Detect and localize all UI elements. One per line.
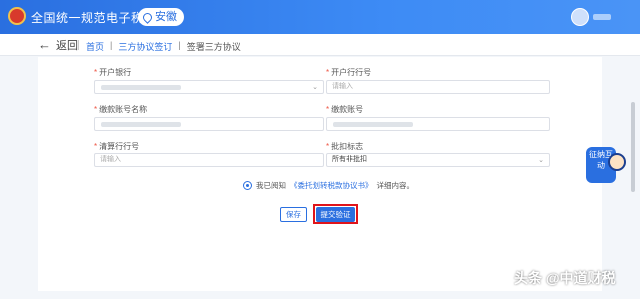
breadcrumb-home[interactable]: 首页 bbox=[86, 40, 104, 53]
save-button[interactable]: 保存 bbox=[280, 207, 307, 222]
agreement-doc-link[interactable]: 《委托划转税款协议书》 bbox=[290, 180, 373, 191]
user-name-redacted[interactable] bbox=[593, 14, 611, 20]
open-bank-code-input[interactable]: 请输入 bbox=[326, 80, 550, 94]
breadcrumb-current: 签署三方协议 bbox=[186, 42, 241, 52]
deduction-flag-select[interactable]: 所有非批扣 ⌄ bbox=[326, 153, 550, 167]
back-button[interactable]: ← 返回 bbox=[38, 37, 78, 53]
region-selector[interactable]: 安徽 bbox=[138, 8, 184, 26]
breadcrumb: 首页 | 三方协议签订 | 签署三方协议 bbox=[86, 40, 241, 53]
deduction-flag-label: * 批扣标志 bbox=[326, 142, 364, 151]
emblem-icon bbox=[8, 7, 26, 25]
submit-button[interactable]: 提交验证 bbox=[316, 207, 355, 222]
open-bank-label: * 开户银行 bbox=[94, 68, 132, 77]
chevron-down-icon: ⌄ bbox=[538, 157, 544, 164]
breadcrumb-separator: | bbox=[178, 40, 181, 50]
top-header: 全国统一规范电子税务局 安徽 bbox=[0, 0, 640, 34]
scrollbar[interactable] bbox=[631, 102, 635, 192]
agreement-row: 我已阅知 《委托划转税款协议书》 详细内容。 bbox=[243, 180, 414, 191]
service-assistant-icon[interactable]: 征纳互动 bbox=[586, 145, 628, 187]
breadcrumb-agreement[interactable]: 三方协议签订 bbox=[118, 40, 172, 53]
payer-account-name-input[interactable] bbox=[94, 117, 324, 131]
region-label: 安徽 bbox=[155, 11, 177, 23]
location-pin-icon bbox=[141, 10, 154, 24]
assistant-face-icon bbox=[608, 153, 626, 171]
watermark: 头条 @中道财税 bbox=[514, 270, 616, 286]
radio-checked-icon[interactable] bbox=[243, 181, 252, 190]
payer-account-no-input[interactable] bbox=[326, 117, 550, 131]
form-card: * 开户银行 ⌄ * 开户行行号 请输入 * 缴款账号名称 * 缴款账号 * 清算行行号 … bbox=[38, 57, 602, 291]
open-bank-code-label: * 开户行行号 bbox=[326, 68, 372, 77]
agreement-prefix: 我已阅知 bbox=[256, 181, 286, 190]
payer-account-no-label: * 缴款账号 bbox=[326, 105, 364, 114]
back-label: 返回 bbox=[56, 40, 78, 52]
payer-account-name-label: * 缴款账号名称 bbox=[94, 105, 148, 114]
clearing-bank-code-input[interactable]: 请输入 bbox=[94, 153, 324, 167]
back-arrow-icon: ← bbox=[38, 37, 51, 52]
agreement-suffix: 详细内容。 bbox=[376, 181, 415, 190]
breadcrumb-separator: | bbox=[110, 40, 113, 50]
nav-divider bbox=[78, 40, 79, 50]
nav-bar: ← 返回 首页 | 三方协议签订 | 签署三方协议 bbox=[0, 34, 640, 56]
chevron-down-icon: ⌄ bbox=[312, 84, 318, 91]
open-bank-select[interactable]: ⌄ bbox=[94, 80, 324, 94]
user-avatar-icon[interactable] bbox=[571, 8, 589, 26]
clearing-bank-code-label: * 清算行行号 bbox=[94, 142, 140, 151]
